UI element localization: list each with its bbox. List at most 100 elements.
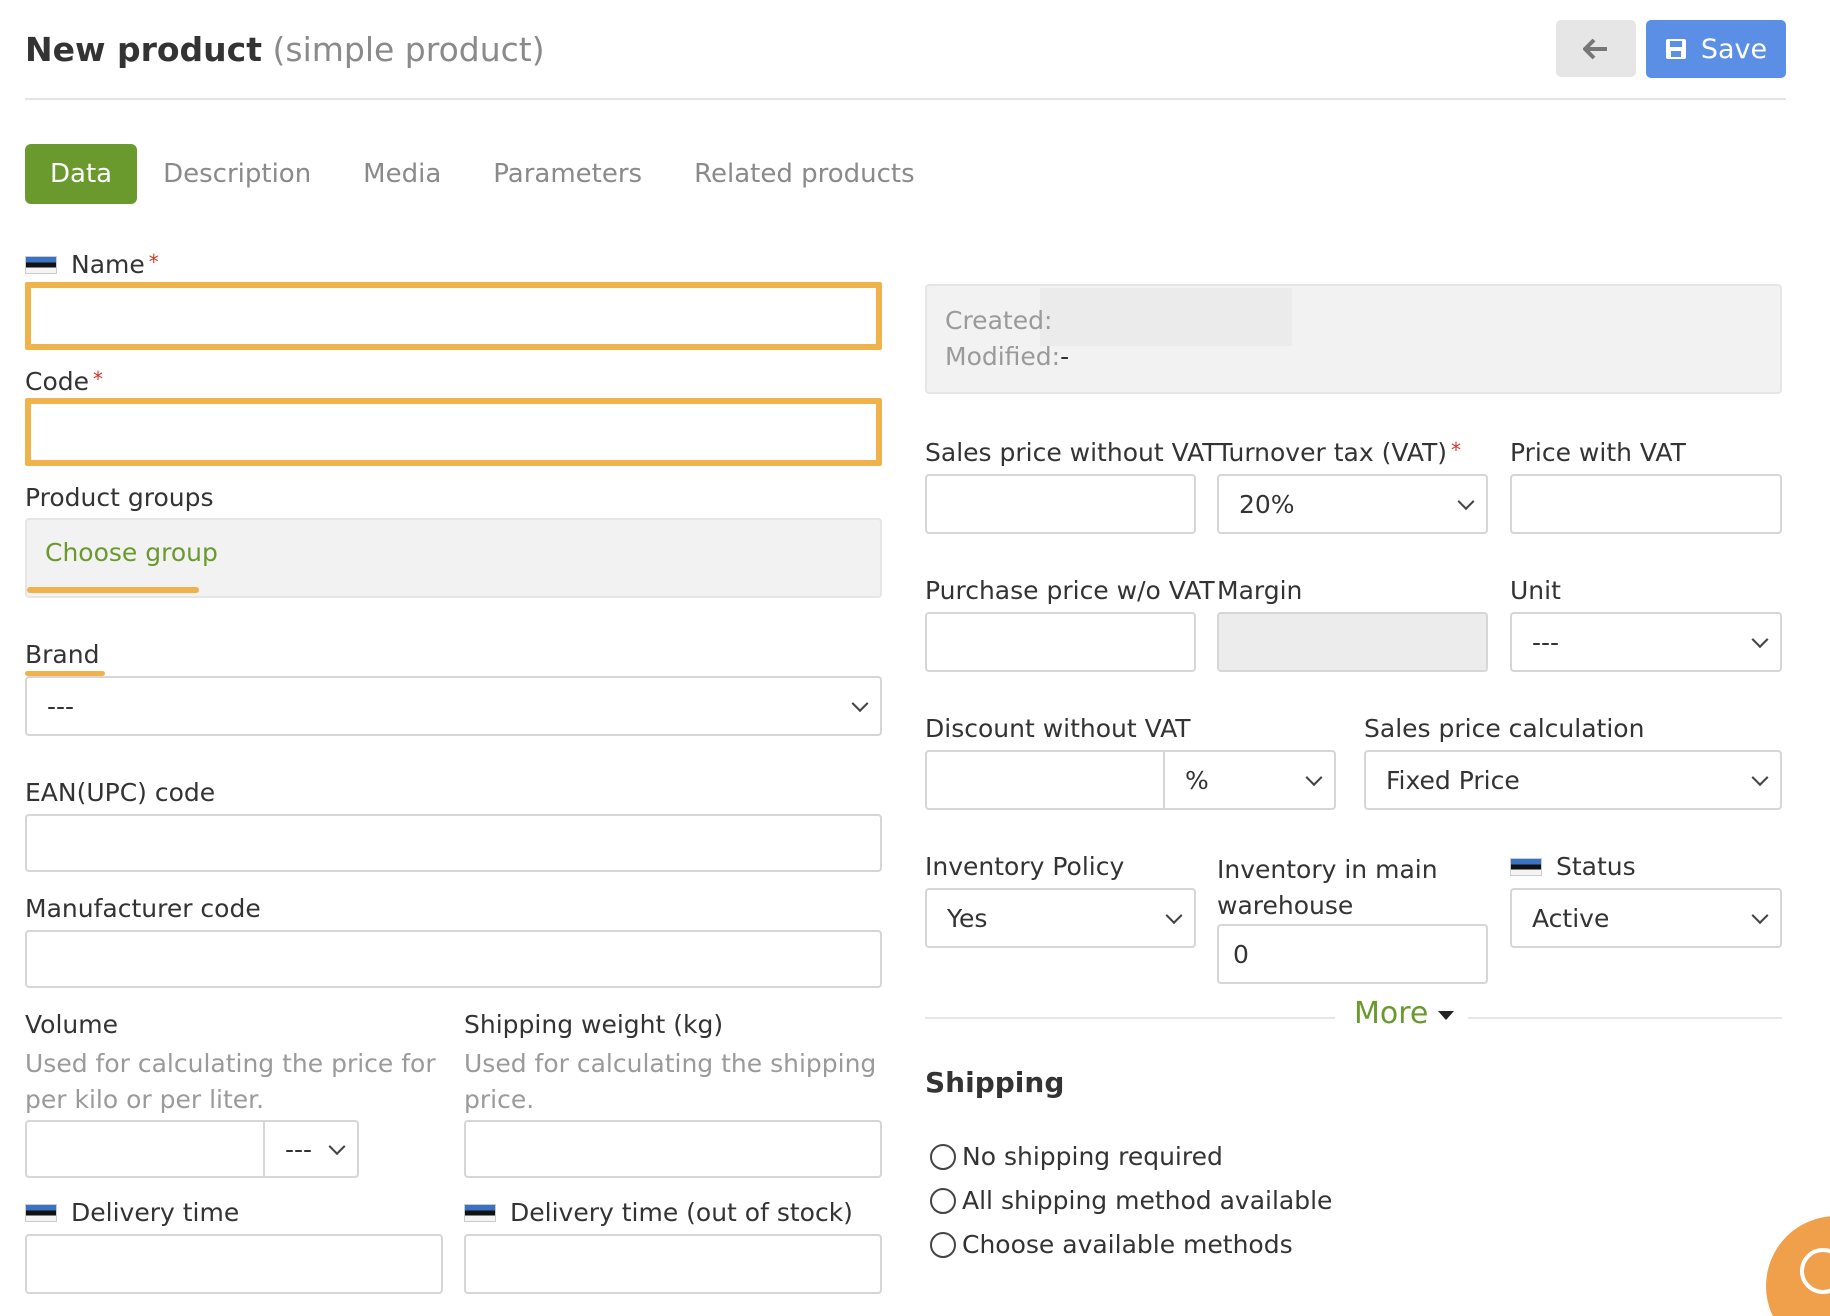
- purchase-price-label: Purchase price w/o VAT: [925, 576, 1215, 605]
- shipping-option-label: All shipping method available: [962, 1186, 1333, 1215]
- ean-input[interactable]: [25, 814, 882, 872]
- volume-unit-select[interactable]: ---: [263, 1120, 359, 1178]
- unit-label: Unit: [1510, 576, 1561, 605]
- status-select[interactable]: Active: [1510, 888, 1782, 948]
- volume-hint: Used for calculating the price for per k…: [25, 1049, 436, 1114]
- sales-price-calc-value: Fixed Price: [1386, 765, 1520, 795]
- chevron-down-icon: [1457, 493, 1475, 511]
- more-label: More: [1354, 996, 1429, 1031]
- shipping-option-all[interactable]: All shipping method available: [930, 1186, 1332, 1215]
- margin-label: Margin: [1217, 576, 1303, 605]
- save-button[interactable]: Save: [1646, 20, 1786, 78]
- unit-select[interactable]: ---: [1510, 612, 1782, 672]
- tab-bar: Data Description Media Parameters Relate…: [25, 144, 941, 204]
- tab-related-products[interactable]: Related products: [668, 144, 941, 204]
- chevron-down-icon: [1305, 769, 1323, 787]
- shipping-option-label: Choose available methods: [962, 1230, 1293, 1259]
- estonian-flag-icon: [25, 1204, 57, 1222]
- status-label: Status: [1510, 852, 1636, 881]
- modified-row: Modified:-: [945, 339, 1069, 375]
- price-with-vat-input[interactable]: [1510, 474, 1782, 534]
- brand-select[interactable]: ---: [25, 676, 882, 736]
- caret-down-icon: [1438, 1011, 1455, 1020]
- sales-price-input[interactable]: [925, 474, 1196, 534]
- delivery-time-oos-label: Delivery time (out of stock): [464, 1198, 853, 1227]
- manufacturer-code-input[interactable]: [25, 930, 882, 988]
- shipping-title: Shipping: [925, 1066, 1065, 1099]
- delivery-time-input[interactable]: [25, 1234, 443, 1294]
- discount-unit-select[interactable]: %: [1163, 750, 1336, 810]
- more-toggle[interactable]: More: [1354, 996, 1455, 1031]
- radio-button[interactable]: [930, 1231, 956, 1258]
- price-with-vat-label: Price with VAT: [1510, 438, 1686, 467]
- modified-label: Modified:: [945, 342, 1061, 371]
- tab-description[interactable]: Description: [137, 144, 337, 204]
- arrow-left-icon: [1583, 38, 1607, 59]
- created-label: Created:: [945, 306, 1053, 335]
- brand-select-value: ---: [47, 691, 75, 721]
- page-title-subtitle: (simple product): [272, 30, 545, 69]
- more-divider-right: [1468, 1017, 1782, 1019]
- back-button[interactable]: [1556, 20, 1636, 77]
- created-value-redacted: [1040, 288, 1292, 346]
- delivery-time-label: Delivery time: [25, 1198, 239, 1227]
- vat-select-value: 20%: [1239, 489, 1295, 519]
- delivery-time-oos-input[interactable]: [464, 1234, 882, 1294]
- inventory-policy-select[interactable]: Yes: [925, 888, 1196, 948]
- code-input[interactable]: [25, 398, 882, 466]
- status-select-value: Active: [1532, 903, 1610, 933]
- inventory-policy-label: Inventory Policy: [925, 852, 1125, 881]
- vat-label: Turnover tax (VAT) *: [1217, 438, 1462, 467]
- discount-input[interactable]: [925, 750, 1165, 810]
- volume-unit-value: ---: [285, 1134, 313, 1164]
- volume-input[interactable]: [25, 1120, 265, 1178]
- more-divider-left: [925, 1017, 1335, 1019]
- chevron-down-icon: [328, 1138, 346, 1156]
- name-input[interactable]: [25, 282, 882, 350]
- floppy-disk-icon: [1665, 39, 1686, 59]
- choose-group-highlight: [27, 587, 199, 593]
- chevron-down-icon: [851, 695, 869, 713]
- chevron-down-icon: [1165, 907, 1183, 925]
- manufacturer-code-label: Manufacturer code: [25, 894, 261, 923]
- discount-label: Discount without VAT: [925, 714, 1191, 743]
- volume-label: Volume: [25, 1010, 118, 1039]
- tab-media[interactable]: Media: [337, 144, 467, 204]
- sales-price-calc-select[interactable]: Fixed Price: [1364, 750, 1782, 810]
- shipping-weight-hint: Used for calculating the shipping price.: [464, 1049, 877, 1114]
- estonian-flag-icon: [1510, 858, 1542, 876]
- unit-select-value: ---: [1532, 627, 1560, 657]
- inventory-policy-value: Yes: [947, 903, 988, 933]
- header-divider: [25, 98, 1786, 100]
- discount-unit-value: %: [1185, 765, 1209, 795]
- shipping-weight-input[interactable]: [464, 1120, 882, 1178]
- page-title: New product (simple product): [25, 30, 545, 69]
- ean-label: EAN(UPC) code: [25, 778, 216, 807]
- margin-input: [1217, 612, 1488, 672]
- radio-button[interactable]: [930, 1143, 956, 1170]
- required-marker: *: [148, 250, 159, 274]
- sales-price-label: Sales price without VAT: [925, 438, 1218, 467]
- modified-value: -: [1060, 342, 1070, 371]
- inventory-main-value: 0: [1233, 939, 1249, 969]
- shipping-weight-label: Shipping weight (kg): [464, 1010, 724, 1039]
- chevron-down-icon: [1751, 907, 1769, 925]
- shipping-option-none[interactable]: No shipping required: [930, 1142, 1223, 1171]
- choose-group-link[interactable]: Choose group: [45, 538, 218, 567]
- shipping-option-label: No shipping required: [962, 1142, 1223, 1171]
- save-button-label: Save: [1700, 33, 1768, 65]
- inventory-main-input[interactable]: 0: [1217, 924, 1488, 984]
- radio-button[interactable]: [930, 1187, 956, 1214]
- code-label: Code *: [25, 367, 104, 396]
- tab-data[interactable]: Data: [25, 144, 138, 204]
- name-label: Name *: [25, 250, 159, 279]
- page-title-main: New product: [25, 30, 262, 69]
- chevron-down-icon: [1751, 769, 1769, 787]
- product-groups-label: Product groups: [25, 483, 214, 512]
- purchase-price-input[interactable]: [925, 612, 1196, 672]
- tab-parameters[interactable]: Parameters: [467, 144, 668, 204]
- vat-select[interactable]: 20%: [1217, 474, 1488, 534]
- estonian-flag-icon: [25, 256, 57, 274]
- chevron-down-icon: [1751, 631, 1769, 649]
- shipping-option-choose[interactable]: Choose available methods: [930, 1230, 1293, 1259]
